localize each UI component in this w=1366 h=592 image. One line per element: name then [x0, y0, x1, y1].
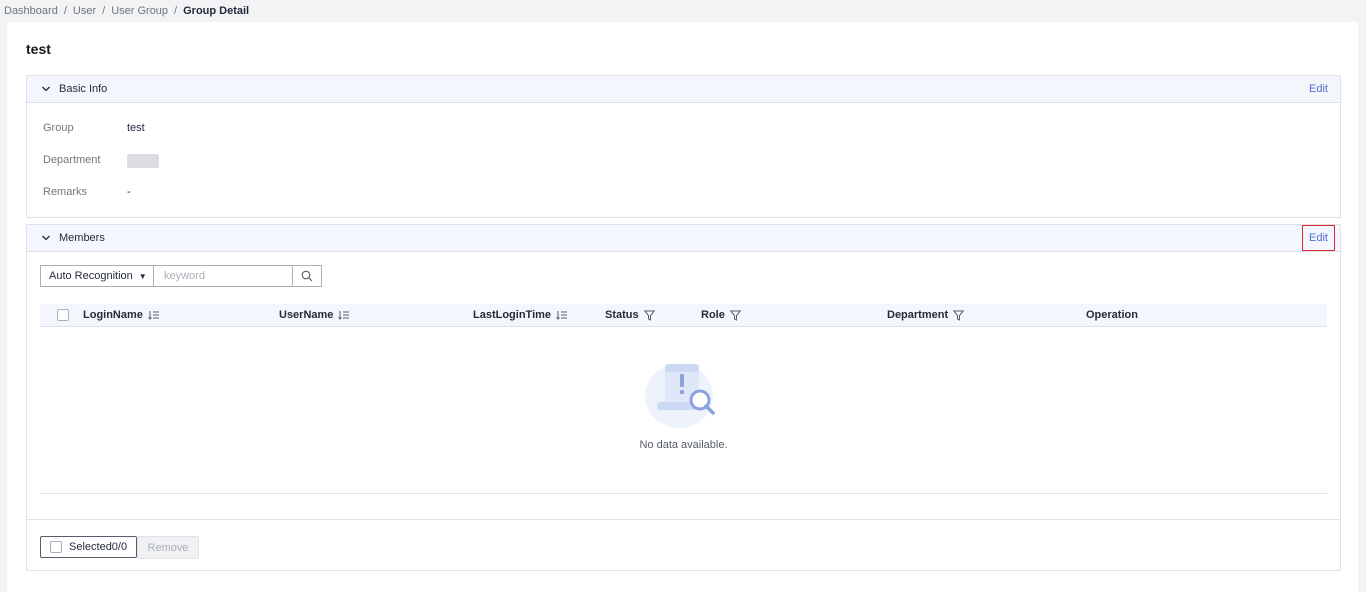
sort-icon[interactable]: [338, 310, 350, 320]
keyword-input[interactable]: keyword: [153, 265, 292, 287]
column-label: Operation: [1086, 309, 1138, 321]
selected-count: Selected0/0: [69, 541, 128, 553]
remove-button[interactable]: Remove: [137, 536, 199, 559]
search-icon: [301, 270, 313, 282]
select-all-checkbox[interactable]: [57, 309, 69, 321]
member-search-bar: Auto Recognition ▼ keyword: [40, 265, 322, 287]
members-footer: Selected0/0 Remove: [27, 519, 1340, 571]
column-label: LoginName: [83, 309, 143, 321]
info-row-group: Group test: [43, 122, 145, 134]
select-all-footer[interactable]: Selected0/0: [40, 536, 138, 558]
column-label: Role: [701, 309, 725, 321]
breadcrumb-current: Group Detail: [183, 5, 250, 17]
breadcrumb-separator: /: [63, 5, 67, 17]
members-panel: Members Edit Auto Recognition ▼ keyword …: [26, 224, 1341, 571]
empty-data-icon: [645, 364, 715, 428]
search-button[interactable]: [292, 265, 322, 287]
department-value-redacted: [127, 154, 159, 168]
breadcrumb-user[interactable]: User: [73, 5, 96, 17]
filter-icon[interactable]: [729, 310, 741, 321]
filter-icon[interactable]: [643, 310, 655, 321]
breadcrumb-dashboard[interactable]: Dashboard: [4, 5, 58, 17]
empty-state: No data available.: [40, 327, 1327, 494]
empty-text: No data available.: [639, 439, 728, 451]
column-role[interactable]: Role: [701, 309, 741, 321]
basic-info-title: Basic Info: [59, 83, 108, 95]
column-lastlogintime[interactable]: LastLoginTime: [473, 309, 568, 321]
search-mode-select[interactable]: Auto Recognition ▼: [40, 265, 153, 287]
page-title: test: [26, 41, 51, 57]
members-title: Members: [59, 232, 105, 244]
footer-checkbox[interactable]: [50, 541, 62, 553]
members-edit-link[interactable]: Edit: [1302, 225, 1335, 251]
basic-info-panel: Basic Info Edit Group test Department Re…: [26, 75, 1341, 218]
sort-icon[interactable]: [148, 310, 160, 320]
info-value: -: [127, 186, 131, 198]
members-header[interactable]: Members Edit: [27, 225, 1340, 252]
info-row-remarks: Remarks -: [43, 186, 131, 198]
group-detail-page: test Basic Info Edit Group test Departme…: [7, 22, 1358, 592]
column-username[interactable]: UserName: [279, 309, 350, 321]
basic-info-header[interactable]: Basic Info Edit: [27, 76, 1340, 103]
chevron-down-icon[interactable]: [41, 84, 51, 94]
column-label: Department: [887, 309, 949, 321]
caret-down-icon: ▼: [138, 271, 147, 281]
info-row-department: Department: [43, 154, 159, 168]
column-label: Status: [605, 309, 639, 321]
breadcrumb-separator: /: [102, 5, 106, 17]
column-loginname[interactable]: LoginName: [83, 309, 160, 321]
members-table-header: LoginName UserName LastLoginTime Status …: [40, 304, 1327, 327]
breadcrumb: Dashboard / User / User Group / Group De…: [0, 0, 1366, 22]
column-department[interactable]: Department: [887, 309, 965, 321]
column-label: LastLoginTime: [473, 309, 552, 321]
column-operation: Operation: [1086, 309, 1138, 321]
search-mode-value: Auto Recognition: [49, 270, 133, 282]
basic-info-edit-link[interactable]: Edit: [1309, 83, 1328, 95]
column-status[interactable]: Status: [605, 309, 655, 321]
info-label: Remarks: [43, 186, 88, 198]
breadcrumb-user-group[interactable]: User Group: [111, 5, 168, 17]
info-label: Group: [43, 122, 74, 134]
chevron-down-icon[interactable]: [41, 233, 51, 243]
info-value: test: [127, 122, 145, 134]
filter-icon[interactable]: [953, 310, 965, 321]
column-label: UserName: [279, 309, 334, 321]
breadcrumb-separator: /: [174, 5, 178, 17]
info-label: Department: [43, 154, 101, 166]
sort-icon[interactable]: [556, 310, 568, 320]
